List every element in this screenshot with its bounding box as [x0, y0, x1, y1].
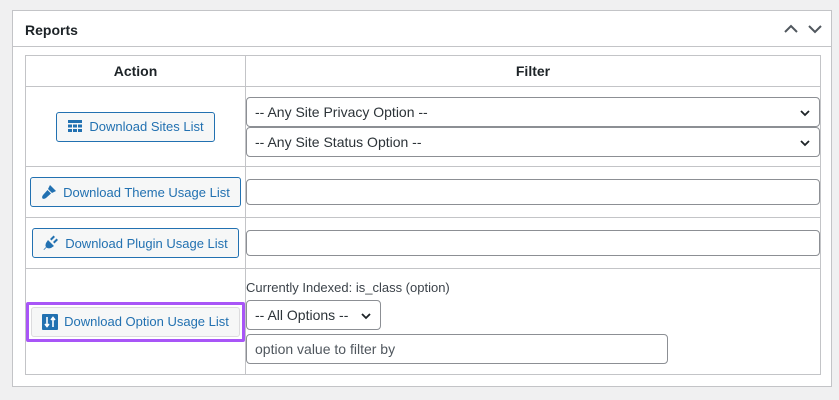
site-privacy-select[interactable]: -- Any Site Privacy Option --: [246, 96, 820, 127]
action-cell: Download Sites List: [25, 86, 246, 167]
table-row: Download Theme Usage List: [25, 166, 821, 218]
table-row: Download Plugin Usage List: [25, 217, 821, 269]
filter-column-header: Filter: [245, 55, 821, 87]
select-value: -- Any Site Status Option --: [255, 133, 422, 150]
theme-filter-input[interactable]: [246, 179, 820, 205]
move-up-button[interactable]: [781, 19, 801, 39]
plugin-icon: [43, 235, 59, 251]
table-grid-icon: [67, 119, 83, 135]
action-column-header: Action: [25, 55, 246, 87]
download-theme-usage-button[interactable]: Download Theme Usage List: [30, 177, 241, 207]
download-option-usage-button[interactable]: Download Option Usage List: [31, 306, 240, 337]
button-label: Download Theme Usage List: [63, 184, 230, 200]
plugin-filter-input[interactable]: [246, 230, 820, 256]
filter-cell: -- Any Site Privacy Option -- -- Any Sit…: [245, 86, 821, 167]
button-label: Download Sites List: [89, 119, 204, 134]
reports-table: Action Filter Download Sites List -- Any…: [25, 55, 821, 375]
chevron-down-icon: [800, 139, 810, 146]
download-sites-button[interactable]: Download Sites List: [56, 111, 215, 142]
select-value: -- Any Site Privacy Option --: [255, 103, 428, 120]
reports-panel: Reports Action Filter Download Sites Lis…: [12, 10, 832, 387]
filter-cell: [245, 166, 821, 218]
options-select[interactable]: -- All Options --: [246, 299, 381, 330]
move-down-button[interactable]: [805, 19, 825, 39]
option-value-input[interactable]: [246, 333, 668, 364]
action-cell: Download Theme Usage List: [25, 166, 246, 218]
download-plugin-usage-button[interactable]: Download Plugin Usage List: [32, 228, 239, 258]
chevron-down-icon: [361, 312, 371, 319]
filter-cell: Currently Indexed: is_class (option) -- …: [245, 268, 821, 375]
button-label: Download Option Usage List: [64, 314, 229, 329]
chevron-up-icon: [784, 24, 798, 33]
highlight-outline: Download Option Usage List: [26, 301, 245, 342]
paintbrush-icon: [41, 184, 57, 200]
chevron-down-icon: [800, 109, 810, 116]
chevron-down-icon: [808, 25, 822, 34]
button-label: Download Plugin Usage List: [65, 235, 228, 251]
panel-title: Reports: [25, 22, 78, 38]
currently-indexed-text: Currently Indexed: is_class (option): [246, 279, 450, 295]
action-cell: Download Option Usage List: [25, 268, 246, 375]
table-row: Download Sites List -- Any Site Privacy …: [25, 86, 821, 167]
panel-header: Reports: [13, 11, 831, 47]
sort-icon: [42, 313, 59, 330]
select-value: -- All Options --: [255, 306, 349, 323]
table-header-row: Action Filter: [25, 55, 821, 87]
action-cell: Download Plugin Usage List: [25, 217, 246, 269]
site-status-select[interactable]: -- Any Site Status Option --: [246, 126, 820, 157]
filter-cell: [245, 217, 821, 269]
table-row: Download Option Usage List Currently Ind…: [25, 268, 821, 375]
